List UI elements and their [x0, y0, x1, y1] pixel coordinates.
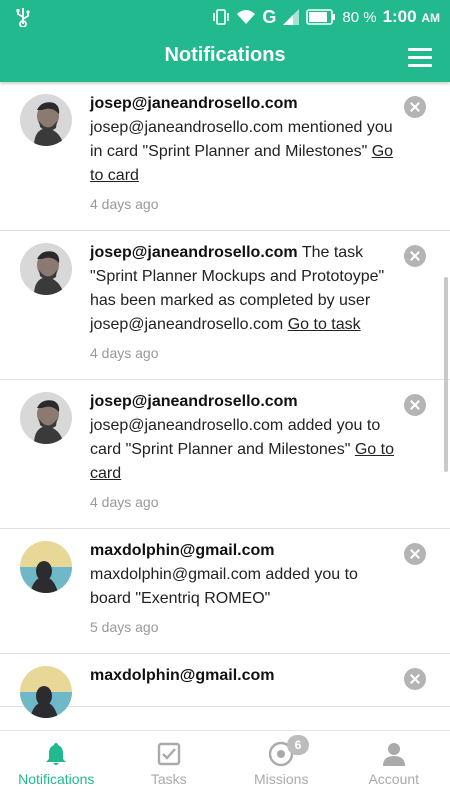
avatar — [20, 666, 72, 718]
notification-user: maxdolphin@gmail.com — [90, 667, 275, 684]
notification-text: maxdolphin@gmail.com — [90, 664, 400, 688]
battery-level: 80 % — [342, 8, 377, 26]
notification-item[interactable]: josep@janeandrosello.com josep@janeandro… — [0, 380, 450, 529]
notification-text: josep@janeandrosello.com The task "Sprin… — [90, 241, 400, 337]
nav-label: Notifications — [18, 771, 95, 787]
notification-message: josep@janeandrosello.com added you to ca… — [90, 417, 381, 458]
notification-message: josep@janeandrosello.com mentioned you i… — [90, 119, 393, 160]
bottom-nav: Notifications Tasks 6 Missions Account — [0, 730, 450, 800]
hamburger-menu-icon[interactable] — [408, 48, 432, 68]
notification-item[interactable]: josep@janeandrosello.com josep@janeandro… — [0, 82, 450, 231]
nav-account[interactable]: Account — [338, 731, 450, 800]
notification-text: josep@janeandrosello.com josep@janeandro… — [90, 92, 400, 188]
nav-label: Account — [368, 771, 420, 787]
network-type: G — [262, 6, 277, 27]
notification-item[interactable]: maxdolphin@gmail.com — [0, 654, 450, 718]
signal-icon — [283, 9, 300, 25]
notification-time: 4 days ago — [90, 494, 159, 510]
notification-time: 5 days ago — [90, 619, 159, 635]
notification-time: 4 days ago — [90, 345, 159, 361]
dismiss-close-icon[interactable] — [404, 394, 426, 416]
dismiss-close-icon[interactable] — [404, 245, 426, 267]
nav-missions[interactable]: 6 Missions — [225, 731, 338, 800]
notification-user: josep@janeandrosello.com — [90, 244, 298, 261]
notification-user: maxdolphin@gmail.com — [90, 542, 275, 559]
wifi-icon — [237, 10, 256, 24]
checkbox-icon — [157, 742, 180, 766]
clock: 1:00 AM — [382, 7, 440, 26]
avatar — [20, 392, 72, 444]
dismiss-close-icon[interactable] — [404, 543, 426, 565]
person-icon — [382, 743, 405, 766]
notification-list[interactable]: josep@janeandrosello.com josep@janeandro… — [0, 82, 450, 730]
go-to-task-link[interactable]: Go to task — [288, 316, 361, 333]
avatar — [20, 94, 72, 146]
notification-time: 4 days ago — [90, 196, 159, 212]
notification-message: maxdolphin@gmail.com added you to board … — [90, 566, 358, 607]
usb-icon — [16, 8, 30, 27]
dismiss-close-icon[interactable] — [404, 668, 426, 690]
missions-badge: 6 — [287, 735, 309, 755]
page-title: Notifications — [164, 44, 286, 66]
nav-label: Tasks — [150, 771, 187, 787]
app-bar: Notifications — [0, 34, 450, 82]
nav-tasks[interactable]: Tasks — [113, 731, 226, 800]
notification-text: maxdolphin@gmail.com maxdolphin@gmail.co… — [90, 539, 400, 611]
nav-label: Missions — [254, 771, 309, 787]
notification-item[interactable]: maxdolphin@gmail.com maxdolphin@gmail.co… — [0, 529, 450, 654]
battery-icon — [306, 9, 336, 25]
bell-icon — [46, 743, 67, 765]
nav-notifications[interactable]: Notifications — [0, 731, 113, 800]
avatar — [20, 541, 72, 593]
status-bar: G 80 % 1:00 AM — [0, 0, 450, 34]
dismiss-close-icon[interactable] — [404, 96, 426, 118]
scrollbar[interactable] — [444, 277, 448, 472]
notification-text: josep@janeandrosello.com josep@janeandro… — [90, 390, 400, 486]
notification-item[interactable]: josep@janeandrosello.com The task "Sprin… — [0, 231, 450, 380]
avatar — [20, 243, 72, 295]
notification-user: josep@janeandrosello.com — [90, 95, 298, 112]
notification-user: josep@janeandrosello.com — [90, 393, 298, 410]
vibrate-icon — [213, 9, 230, 25]
